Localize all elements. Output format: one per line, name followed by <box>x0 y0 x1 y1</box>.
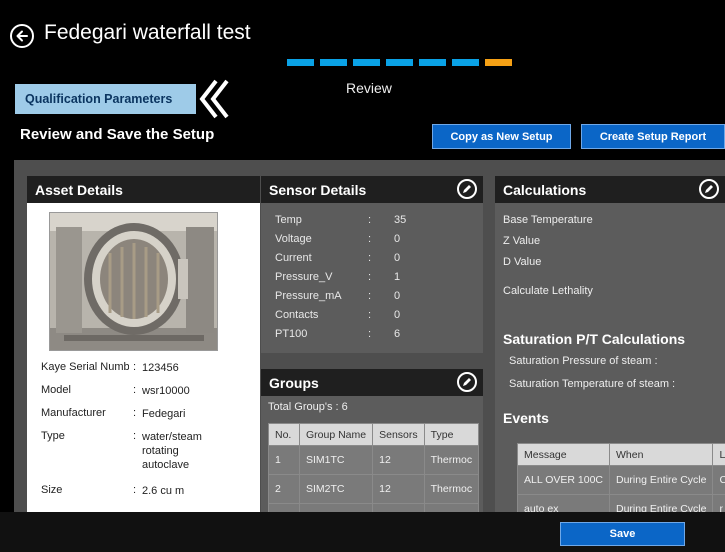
calculations-header: Calculations <box>495 176 725 203</box>
progress-step <box>353 59 380 66</box>
table-row[interactable]: ALL OVER 100C During Entire Cycle C <box>517 465 725 495</box>
calculations-panel: Base Temperature Z Value D Value Calcula… <box>495 203 725 512</box>
wizard-progress <box>287 59 512 66</box>
calc-lethality: Calculate Lethality <box>503 285 593 297</box>
asset-photo <box>49 212 218 351</box>
table-row[interactable]: 2 SIM2TC 12 Thermoc <box>268 474 480 504</box>
edit-pencil-icon[interactable] <box>457 372 477 392</box>
table-row[interactable]: 1 SIM1TC 12 Thermoc <box>268 445 480 475</box>
qualification-parameters-tab[interactable]: Qualification Parameters <box>15 84 196 114</box>
events-table[interactable]: Message When L ALL OVER 100C During Enti… <box>517 443 725 512</box>
page-title: Review and Save the Setup <box>20 126 215 143</box>
create-setup-report-button[interactable]: Create Setup Report <box>581 124 725 149</box>
sensor-details-panel: Temp:35 Voltage:0 Current:0 Pressure_V:1… <box>261 203 483 353</box>
save-button[interactable]: Save <box>560 522 685 546</box>
step-label: Review <box>346 80 392 96</box>
review-content[interactable]: Asset Details Kaye Serial Numb: 123456 … <box>14 160 725 512</box>
back-arrow-icon <box>16 30 28 42</box>
edit-pencil-icon[interactable] <box>457 179 477 199</box>
saturation-title: Saturation P/T Calculations <box>503 331 686 347</box>
progress-step <box>452 59 479 66</box>
sensor-details-header: Sensor Details <box>261 176 483 203</box>
asset-details-panel: Kaye Serial Numb: 123456 Model: wsr10000… <box>27 203 260 512</box>
app-title: Fedegari waterfall test <box>44 21 251 44</box>
groups-total: Total Group's : 6 <box>268 401 348 413</box>
table-row[interactable] <box>268 503 480 512</box>
progress-step <box>320 59 347 66</box>
calc-d-value: D Value <box>503 256 542 268</box>
calc-base-temperature: Base Temperature <box>503 214 593 226</box>
edit-pencil-icon[interactable] <box>699 179 719 199</box>
calc-z-value: Z Value <box>503 235 541 247</box>
progress-step <box>386 59 413 66</box>
table-header-row: Message When L <box>517 443 725 466</box>
groups-table[interactable]: No. Group Name Sensors Type 1 SIM1TC 12 … <box>268 423 480 512</box>
asset-details-header: Asset Details <box>27 176 260 203</box>
groups-panel: Total Group's : 6 No. Group Name Sensors… <box>261 396 483 512</box>
groups-header: Groups <box>261 369 483 396</box>
copy-as-new-setup-button[interactable]: Copy as New Setup <box>432 124 571 149</box>
back-button[interactable] <box>10 24 34 48</box>
progress-step-current <box>485 59 512 66</box>
saturation-temperature: Saturation Temperature of steam : <box>509 378 676 390</box>
progress-step <box>419 59 446 66</box>
progress-step <box>287 59 314 66</box>
table-row[interactable]: auto ex During Entire Cycle r <box>517 494 725 512</box>
saturation-pressure: Saturation Pressure of steam : <box>509 355 658 367</box>
table-header-row: No. Group Name Sensors Type <box>268 423 480 446</box>
double-chevron-left-icon[interactable] <box>196 77 232 121</box>
events-title: Events <box>503 410 549 426</box>
